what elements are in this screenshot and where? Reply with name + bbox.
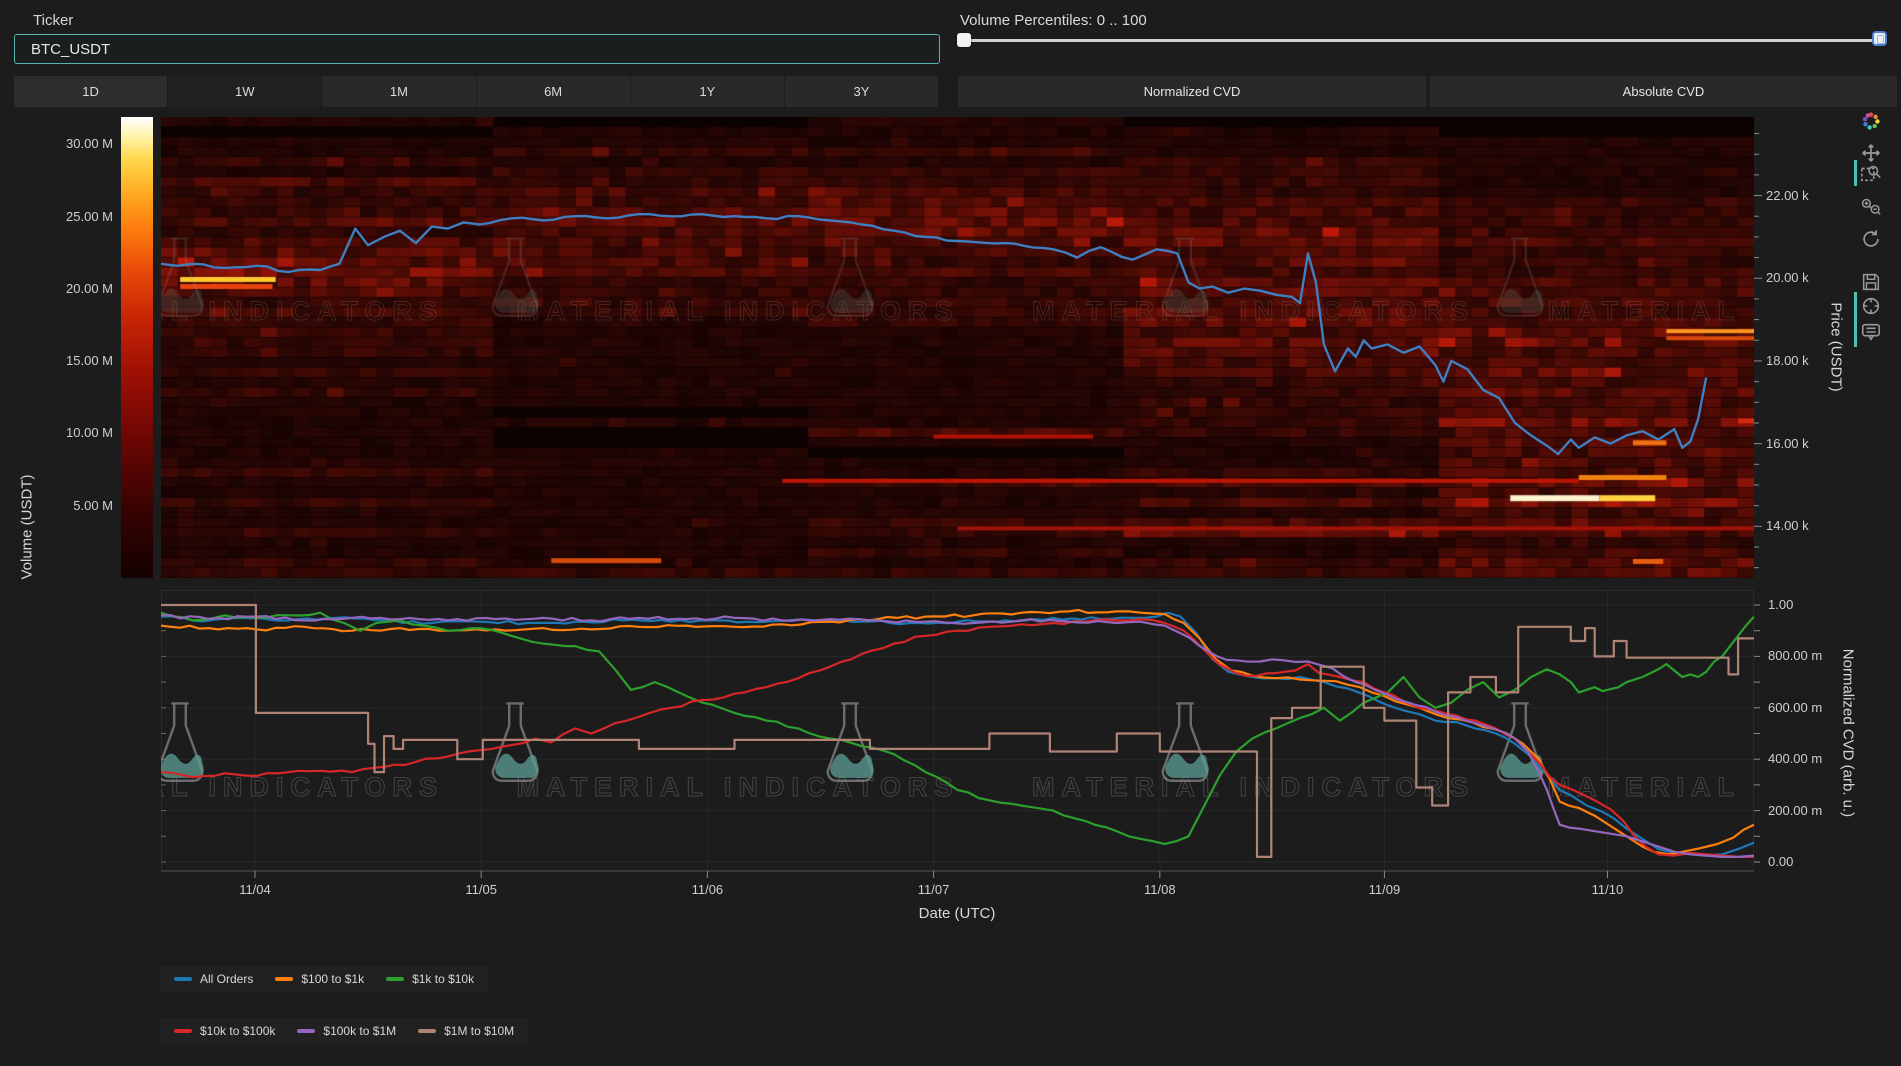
- cvd-series-5: [161, 605, 1754, 857]
- volume-colorbar: [121, 117, 153, 578]
- legend-item-5[interactable]: $1M to $10M: [418, 1024, 514, 1038]
- box-zoom-icon[interactable]: [1860, 162, 1882, 184]
- legend-row-1: All Orders $100 to $1k $1k to $10k: [160, 966, 488, 992]
- price-tick-label: 14.00 k: [1766, 518, 1809, 533]
- range-button-1m[interactable]: 1M: [322, 76, 475, 107]
- legend-item-1[interactable]: $100 to $1k: [275, 972, 364, 986]
- date-tick-label: 11/07: [909, 882, 959, 897]
- cvd-series-1: [161, 610, 1754, 854]
- date-tick-label: 11/04: [230, 882, 280, 897]
- zoom-in-out-icon[interactable]: [1860, 196, 1882, 218]
- legend-label: All Orders: [200, 972, 253, 986]
- crosshair-icon[interactable]: [1860, 295, 1882, 317]
- price-axis-title: Price (USDT): [1828, 302, 1845, 391]
- ticker-label: Ticker: [33, 12, 73, 29]
- normalized-cvd-button[interactable]: Normalized CVD: [958, 76, 1426, 107]
- volume-tick-label: 10.00 M: [58, 425, 113, 440]
- cvd-series-2: [161, 613, 1754, 844]
- ticker-input[interactable]: [14, 34, 940, 64]
- cvd-tick-label: 600.00 m: [1768, 700, 1822, 715]
- modebar-active-indicator-hover: [1854, 292, 1857, 347]
- volume-axis-title: Volume (USDT): [19, 474, 36, 579]
- cvd-tick-label: 1.00: [1768, 597, 1793, 612]
- volume-tick-label: 25.00 M: [58, 209, 113, 224]
- legend-row-2: $10k to $100k $100k to $1M $1M to $10M: [160, 1018, 528, 1044]
- legend-item-4[interactable]: $100k to $1M: [297, 1024, 396, 1038]
- legend-dash-icon: [297, 1029, 315, 1033]
- range-button-3y[interactable]: 3Y: [785, 76, 938, 107]
- legend-item-0[interactable]: All Orders: [174, 972, 253, 986]
- legend-item-3[interactable]: $10k to $100k: [174, 1024, 275, 1038]
- price-axis-ticks: [1754, 117, 1768, 578]
- date-tick-label: 11/05: [456, 882, 506, 897]
- date-tick-label: 11/10: [1582, 882, 1632, 897]
- range-button-1y[interactable]: 1Y: [631, 76, 784, 107]
- cvd-tick-label: 400.00 m: [1768, 751, 1822, 766]
- legend-label: $100 to $1k: [301, 972, 364, 986]
- legend-dash-icon: [174, 977, 192, 981]
- legend-label: $1k to $10k: [412, 972, 474, 986]
- volume-tick-label: 20.00 M: [58, 281, 113, 296]
- price-tick-label: 20.00 k: [1766, 270, 1809, 285]
- absolute-cvd-button[interactable]: Absolute CVD: [1430, 76, 1897, 107]
- cvd-axis-title: Normalized CVD (arb. u.): [1840, 649, 1857, 817]
- hover-labels-icon[interactable]: [1860, 321, 1882, 343]
- save-icon[interactable]: [1860, 271, 1882, 293]
- legend-dash-icon: [386, 977, 404, 981]
- price-tick-label: 16.00 k: [1766, 436, 1809, 451]
- plotly-logo-icon[interactable]: [1860, 110, 1882, 132]
- cvd-series-0: [161, 613, 1754, 856]
- cvd-tick-label: 0.00: [1768, 854, 1793, 869]
- price-line-series: [161, 214, 1706, 454]
- date-axis-title: Date (UTC): [919, 905, 996, 922]
- volume-tick-label: 5.00 M: [58, 498, 113, 513]
- percentile-slider-track[interactable]: [965, 39, 1880, 42]
- price-line-chart: [161, 117, 1754, 578]
- legend-item-2[interactable]: $1k to $10k: [386, 972, 474, 986]
- app-root: Ticker 1D1W1M6M1Y3Y Volume Percentiles: …: [0, 0, 1901, 1066]
- cvd-line-chart[interactable]: [161, 590, 1754, 882]
- volume-tick-label: 15.00 M: [58, 353, 113, 368]
- price-tick-label: 22.00 k: [1766, 188, 1809, 203]
- price-tick-label: 18.00 k: [1766, 353, 1809, 368]
- percentile-slider-handle-max[interactable]: [1872, 31, 1887, 46]
- volume-percentiles-label: Volume Percentiles: 0 .. 100: [960, 12, 1147, 29]
- range-button-1w[interactable]: 1W: [168, 76, 321, 107]
- legend-label: $1M to $10M: [444, 1024, 514, 1038]
- autoscale-icon[interactable]: [1860, 228, 1882, 250]
- legend-label: $100k to $1M: [323, 1024, 396, 1038]
- range-button-6m[interactable]: 6M: [477, 76, 630, 107]
- cvd-series-4: [161, 615, 1754, 857]
- legend-dash-icon: [174, 1029, 192, 1033]
- date-tick-label: 11/08: [1135, 882, 1185, 897]
- date-tick-label: 11/06: [682, 882, 732, 897]
- date-tick-label: 11/09: [1359, 882, 1409, 897]
- range-button-1d[interactable]: 1D: [14, 76, 167, 107]
- volume-tick-label: 30.00 M: [58, 136, 113, 151]
- range-button-group: 1D1W1M6M1Y3Y: [14, 76, 939, 107]
- legend-dash-icon: [275, 977, 293, 981]
- cvd-tick-label: 800.00 m: [1768, 648, 1822, 663]
- legend-label: $10k to $100k: [200, 1024, 275, 1038]
- pan-icon[interactable]: [1860, 142, 1882, 164]
- legend-dash-icon: [418, 1029, 436, 1033]
- cvd-tick-label: 200.00 m: [1768, 803, 1822, 818]
- percentile-slider-handle-min[interactable]: [957, 33, 971, 47]
- modebar-active-indicator-zoom: [1854, 160, 1857, 186]
